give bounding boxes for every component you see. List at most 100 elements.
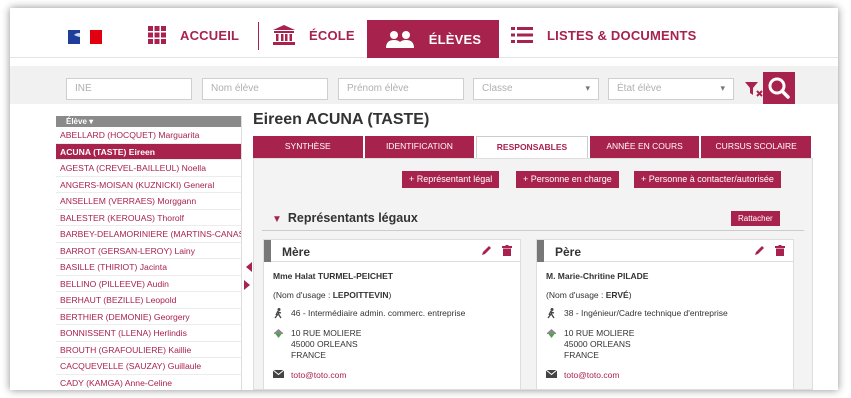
- tab-cursus-scolaire[interactable]: CURSUS SCOLAIRE: [701, 136, 811, 158]
- chevron-down-icon: ▾: [585, 83, 590, 93]
- prenom-placeholder: Prénom élève: [347, 83, 409, 94]
- walking-person-icon: [546, 308, 564, 321]
- filter-bar: INE Nom élève Prénom élève Classe ▾ État …: [10, 66, 838, 104]
- ine-input[interactable]: INE: [66, 78, 192, 100]
- responsables-panel: + Représentant légal + Personne en charg…: [253, 158, 813, 390]
- nom-usage-value: LEPOITTEVIN: [332, 290, 389, 300]
- nom-usage-value: ERVÉ: [605, 290, 629, 300]
- walking-person-icon: [273, 308, 291, 321]
- nav-listes-documents[interactable]: LISTES & DOCUMENTS: [511, 20, 697, 50]
- student-list-header[interactable]: Élève ▾: [56, 116, 241, 127]
- app-window: ACCUEIL ÉCOLE ÉLÈVES LISTES & DOCUMENTS …: [10, 8, 838, 390]
- nom-placeholder: Nom élève: [211, 83, 259, 94]
- card-title: Mère: [282, 245, 311, 259]
- nom-eleve-input[interactable]: Nom élève: [202, 78, 328, 100]
- email-link[interactable]: toto@toto.com: [291, 370, 346, 380]
- student-list-item[interactable]: BROUTH (GRAFOULIERE) Kaillie: [56, 342, 241, 358]
- card-accent-bar: [537, 240, 544, 262]
- nom-usage: (Nom d'usage : LEPOITTEVIN): [273, 290, 391, 300]
- add-personne-a-contacter-button[interactable]: + Personne à contacter/autorisée: [634, 171, 781, 188]
- nav-accueil-label: ACCUEIL: [180, 27, 240, 43]
- student-list-item[interactable]: ABELLARD (HOCQUET) Marguarita: [56, 127, 241, 144]
- profession-row: 46 - Intermédiaire admin. commerc. entre…: [273, 308, 465, 321]
- student-list-item[interactable]: BELLINO (PILLEEVE) Audin: [56, 276, 241, 292]
- envelope-icon: [545, 369, 564, 380]
- classe-select[interactable]: Classe ▾: [473, 78, 599, 100]
- student-list-items: ABELLARD (HOCQUET) Marguarita ACUNA (TAST…: [56, 127, 241, 390]
- search-icon: [768, 77, 790, 99]
- student-list-item[interactable]: BARBEY-DELAMORINIERE (MARTINS-CANAS) J: [56, 226, 241, 243]
- nav-eleves[interactable]: ÉLÈVES: [367, 20, 499, 58]
- address-row: 10 RUE MOLIERE 45000 ORLEANS FRANCE: [546, 328, 634, 361]
- home-location-icon: [546, 328, 564, 361]
- home-location-icon: [273, 328, 291, 361]
- add-personne-en-charge-button[interactable]: + Personne en charge: [516, 171, 619, 188]
- email-link[interactable]: toto@toto.com: [564, 370, 619, 380]
- address: 10 RUE MOLIERE 45000 ORLEANS FRANCE: [564, 328, 634, 361]
- tab-synthèse[interactable]: SYNTHÈSE: [253, 136, 363, 158]
- representant-name: M. Marie-Chritine PILADE: [546, 271, 649, 281]
- nom-usage-suffix: ): [388, 290, 392, 300]
- trash-icon[interactable]: [775, 245, 785, 256]
- profession-row: 38 - Ingénieur/Cadre technique d'entrepr…: [546, 308, 728, 321]
- envelope-icon: [272, 369, 291, 380]
- rattacher-button[interactable]: Rattacher: [731, 211, 780, 226]
- email-row: toto@toto.com: [545, 369, 619, 380]
- edit-pencil-icon[interactable]: [754, 245, 765, 256]
- student-title: Eireen ACUNA (TASTE): [253, 111, 430, 128]
- clear-filter-icon[interactable]: [744, 80, 764, 100]
- representant-card: Père M. Marie-Chritine PILADE (Nom d'usage…: [536, 239, 794, 390]
- grid-icon: [148, 26, 166, 44]
- school-building-icon: [273, 25, 295, 45]
- nav-accueil[interactable]: ACCUEIL: [148, 20, 239, 50]
- card-accent-bar: [264, 240, 271, 262]
- etat-eleve-select[interactable]: État élève ▾: [608, 78, 734, 100]
- republique-francaise-logo-icon: [68, 30, 102, 44]
- student-list-item[interactable]: BARROT (GERSAN-LEROY) Lainy: [56, 243, 241, 259]
- chevron-down-icon: ▾: [720, 83, 725, 93]
- prenom-eleve-input[interactable]: Prénom élève: [338, 78, 464, 100]
- chevron-down-icon: ▼: [272, 214, 282, 225]
- add-representant-legal-button[interactable]: + Représentant légal: [402, 171, 500, 188]
- profession: 46 - Intermédiaire admin. commerc. entre…: [291, 308, 466, 318]
- address: 10 RUE MOLIERE 45000 ORLEANS FRANCE: [291, 328, 361, 361]
- section-title: Représentants légaux: [287, 211, 418, 225]
- student-list-item[interactable]: CACQUEVELLE (SAUZAY) Guillaule: [56, 358, 241, 375]
- representant-name: Mme Halat TURMEL-PEICHET: [273, 271, 393, 281]
- profession: 38 - Ingénieur/Cadre technique d'entrepr…: [564, 308, 728, 318]
- tab-année-en-cours[interactable]: ANNÉE EN COURS: [589, 136, 700, 158]
- student-list-item[interactable]: BALESTER (KEROUAS) Thorolf: [56, 210, 241, 226]
- search-button[interactable]: [763, 72, 795, 104]
- student-list-item[interactable]: BERTHIER (DEMONIE) Georgery: [56, 309, 241, 325]
- student-list-item[interactable]: BONNISSENT (LLENA) Herlindis: [56, 325, 241, 342]
- list-icon: [511, 27, 533, 43]
- tab-responsables[interactable]: RESPONSABLES: [476, 136, 588, 158]
- trash-icon[interactable]: [502, 245, 512, 256]
- address-line-3: FRANCE: [564, 350, 599, 360]
- student-list: Élève ▾ ABELLARD (HOCQUET) Marguarita ACU…: [56, 116, 242, 390]
- student-list-header-label: Élève: [66, 117, 87, 126]
- students-icon: [385, 31, 414, 48]
- student-list-item[interactable]: AGESTA (CREVEL-BAILLEUL) Noella: [56, 160, 241, 177]
- card-title: Père: [555, 245, 582, 259]
- student-list-item[interactable]: CADY (KAMGA) Anne-Celine: [56, 375, 241, 391]
- nom-usage-suffix: ): [628, 290, 632, 300]
- address-line-3: FRANCE: [291, 350, 326, 360]
- top-nav: ACCUEIL ÉCOLE ÉLÈVES LISTES & DOCUMENTS: [10, 8, 838, 58]
- section-representants-legaux[interactable]: ▼ Représentants légaux: [272, 211, 418, 225]
- nav-eleves-label: ÉLÈVES: [428, 31, 482, 47]
- classe-placeholder: Classe: [482, 83, 513, 94]
- sort-icon: ▾: [89, 117, 94, 126]
- edit-pencil-icon[interactable]: [481, 245, 492, 256]
- nav-listes-label: LISTES & DOCUMENTS: [547, 27, 697, 43]
- student-list-item[interactable]: ACUNA (TASTE) Eireen: [56, 143, 241, 160]
- student-list-item[interactable]: ANSELLEM (VERRAES) Morggann: [56, 193, 241, 210]
- student-list-item[interactable]: BERHAUT (BEZILLE) Leopold: [56, 292, 241, 309]
- expand-right-icon[interactable]: [244, 280, 250, 290]
- nav-ecole[interactable]: ÉCOLE: [273, 20, 355, 50]
- student-list-item[interactable]: ANGERS-MOISAN (KUZNICKI) General: [56, 177, 241, 193]
- student-list-item[interactable]: BASILLE (THIRIOT) Jacinta: [56, 259, 241, 276]
- tab-identification[interactable]: IDENTIFICATION: [364, 136, 475, 158]
- collapse-left-icon[interactable]: [246, 262, 252, 272]
- divider: [262, 230, 804, 231]
